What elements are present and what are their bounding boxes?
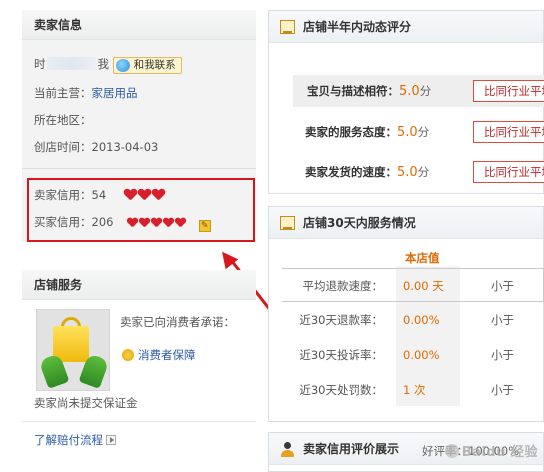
seller-name-row: 时 我 和我联系 [34,56,182,74]
consumer-protection-row[interactable]: 消费者保障 [122,347,196,363]
location-label: 所在地区： [34,113,92,127]
rating-unit: 分 [417,125,430,139]
service-value: 1 次 [403,383,426,397]
consumer-protection-icon [122,349,134,361]
location-row: 所在地区： [34,112,92,128]
baidu-paw-icon [444,444,459,458]
chart-icon [280,20,295,34]
rating-unit: 分 [417,165,430,179]
deposit-text: 卖家尚未提交保证金 [34,396,138,410]
rating-label: 卖家发货的速度： [305,165,397,179]
rating-unit: 分 [419,84,432,98]
user-icon [280,442,295,457]
chart-icon [280,216,295,230]
seller-name-blurred [45,57,98,70]
service-label: 近30天投诉率： [299,348,383,362]
service-value: 0.00% [403,348,440,362]
compare-industry-badge: 比同行业平均 [473,80,544,102]
divider [22,421,256,422]
store-service-title: 店铺服务 [22,270,256,300]
promise-text: 卖家已向消费者承诺： [120,315,235,329]
watermark: Baidu 经验 [444,441,538,460]
main-category-row: 当前主营：家居用品 [34,85,138,101]
rating-row: 宝贝与描述相符：5.0分 [307,80,431,102]
wangwang-icon [115,59,130,72]
watermark-text: Baidu 经验 [461,445,538,460]
rating-score: 5.0 [399,84,420,99]
service-label: 近30天退款率： [299,313,383,327]
service-compare: 小于 [491,348,514,362]
service-row: 近30天退款率： 0.00% 小于 [269,303,544,337]
rating-score: 5.0 [397,165,418,180]
claim-process-link[interactable]: 了解赔付流程 [34,433,103,447]
contact-seller-label: 和我联系 [133,59,176,71]
ratings-header: 店铺半年内动态评分 [269,11,543,43]
chevron-right-icon [106,435,116,445]
service-row: 近30天投诉率： 0.00% 小于 [269,338,544,372]
service-value: 0.00% [403,313,440,327]
rating-row: 卖家的服务态度：5.0分 [305,121,429,143]
seller-name-suffix: 我 [97,57,110,71]
divider [22,168,256,169]
rating-label: 卖家的服务态度： [305,125,397,139]
rating-score: 5.0 [397,125,418,140]
credit-title: 卖家信用评价展示 [303,442,400,456]
rating-row: 卖家发货的速度：5.0分 [305,161,429,183]
claim-process-row[interactable]: 了解赔付流程 [34,432,116,448]
consumer-protection-link[interactable]: 消费者保障 [138,348,196,362]
created-label: 创店时间： [34,140,92,154]
credit-highlight-box [27,178,255,242]
compare-industry-badge: 比同行业平均 [473,161,544,183]
store-value-column-header: 本店值 [405,251,440,265]
main-category-link[interactable]: 家居用品 [92,86,138,100]
service-title: 店铺30天内服务情况 [303,216,416,230]
service-row: 近30天处罚数： 1 次 小于 [269,373,544,407]
ratings-title: 店铺半年内动态评分 [303,20,412,34]
main-category-label: 当前主营： [34,86,92,100]
created-row: 创店时间：2013-04-03 [34,139,158,155]
ratings-panel: 店铺半年内动态评分 宝贝与描述相符：5.0分 比同行业平均 卖家的服务态度：5.… [268,10,544,194]
contact-seller-button[interactable]: 和我联系 [112,57,182,74]
seller-name-prefix: 时 [34,57,46,71]
compare-industry-badge: 比同行业平均 [473,121,544,143]
service-header: 店铺30天内服务情况 [269,207,543,239]
service-label: 近30天处罚数： [299,383,383,397]
seller-info-title: 卖家信息 [22,10,256,40]
service-compare: 小于 [491,313,514,327]
service-compare: 小于 [491,383,514,397]
service-value: 0.00 天 [403,279,444,293]
service-row: 平均退款速度： 0.00 天 小于 [282,268,544,302]
rating-label: 宝贝与描述相符： [307,84,399,98]
service-compare: 小于 [491,279,514,293]
created-value: 2013-04-03 [91,140,159,154]
service-label: 平均退款速度： [302,279,384,293]
consumer-protection-image [36,309,110,391]
